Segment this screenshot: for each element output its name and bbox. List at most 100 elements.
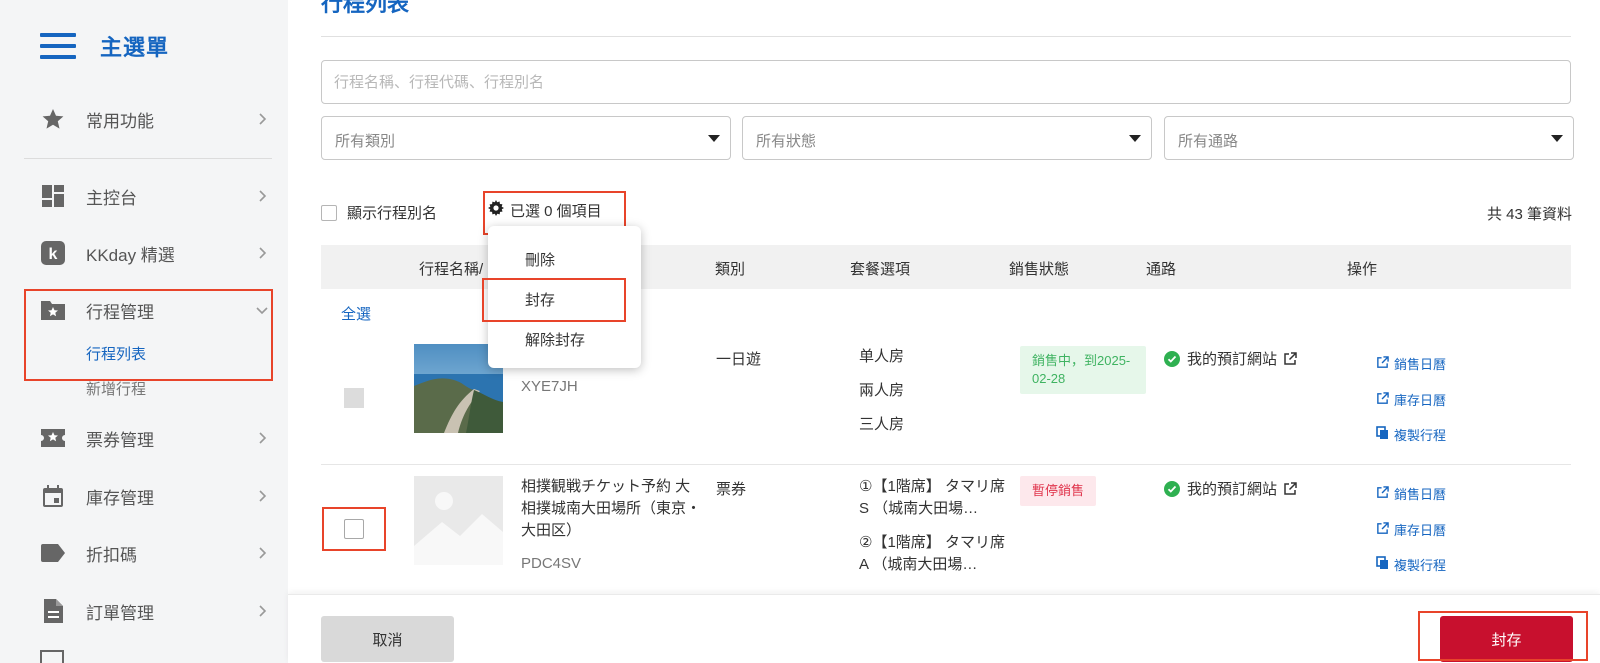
- ticket-icon: [40, 425, 66, 451]
- gear-icon: [488, 200, 504, 221]
- menu-item-archive[interactable]: 封存: [525, 289, 555, 310]
- sales-calendar-link[interactable]: 銷售日曆: [1376, 354, 1446, 373]
- sidebar-item-label: 票券管理: [86, 430, 154, 450]
- status-badge: 暫停銷售: [1020, 476, 1097, 506]
- sidebar-item-label: 常用功能: [86, 111, 154, 131]
- status-badge: 銷售中，到2025-02-28: [1020, 346, 1146, 394]
- tour-code: XYE7JH: [521, 378, 578, 395]
- sidebar-item-dashboard[interactable]: 主控台: [0, 174, 288, 218]
- sales-calendar-label: 銷售日曆: [1394, 357, 1447, 372]
- sales-channel: 我的預訂網站: [1164, 478, 1297, 499]
- chevron-right-icon: [256, 547, 268, 559]
- sidebar-title: 主選單: [100, 35, 170, 60]
- sales-calendar-link[interactable]: 銷售日曆: [1376, 484, 1446, 503]
- selected-count-label: 已選 0 個項目: [510, 203, 602, 220]
- external-link-icon: [1376, 485, 1394, 502]
- column-header-actions: 操作: [1347, 261, 1378, 278]
- check-circle-icon: [1164, 480, 1180, 497]
- main-content: 行程列表 所有類別 所有狀態 所有通路 顯示行程別名 已選 0 個項目 共 43…: [288, 0, 1600, 663]
- show-alias-checkbox[interactable]: [321, 204, 337, 221]
- total-count: 共 43 筆資料: [1486, 206, 1572, 223]
- copy-icon: [1376, 426, 1394, 443]
- copy-tour-link[interactable]: 複製行程: [1376, 425, 1446, 444]
- calendar-icon: [40, 483, 66, 509]
- sidebar-subitem-tour-list[interactable]: 行程列表: [86, 343, 146, 364]
- partial-icon: [40, 650, 64, 663]
- sidebar-item-favorites[interactable]: 常用功能: [0, 97, 288, 141]
- show-alias-label: 顯示行程別名: [347, 205, 438, 222]
- archive-button[interactable]: 封存: [1440, 616, 1573, 662]
- sales-channel: 我的預訂網站: [1164, 348, 1297, 369]
- column-header-category: 類別: [715, 261, 746, 278]
- footer-bar: 取消 封存: [288, 594, 1600, 663]
- sidebar: 主選單 常用功能 主控台 k KKday 精選 行程管理 行程列表 新增行程 票…: [0, 0, 288, 663]
- check-circle-icon: [1164, 350, 1180, 367]
- package-option: ①【1階席】 タマリ席S （城南大田場…: [859, 478, 1005, 517]
- sidebar-item-ticket-management[interactable]: 票券管理: [0, 416, 288, 460]
- category-select-value: 所有類別: [335, 133, 396, 150]
- tour-name[interactable]: 相撲観戦チケット予約 大相撲城南大田場所（東京・大田区）: [521, 476, 701, 542]
- status-select-value: 所有狀態: [756, 133, 817, 150]
- column-header-name: 行程名稱/: [419, 261, 484, 278]
- sidebar-item-inventory-management[interactable]: 庫存管理: [0, 474, 288, 518]
- sidebar-item-order-management[interactable]: 訂單管理: [0, 589, 288, 633]
- page-title: 行程列表: [321, 0, 410, 16]
- sidebar-item-tour-management[interactable]: 行程管理: [0, 288, 288, 332]
- hamburger-menu-icon[interactable]: [40, 33, 76, 59]
- caret-down-icon: [1129, 135, 1141, 142]
- column-header-package: 套餐選項: [850, 261, 911, 278]
- show-alias-toggle[interactable]: 顯示行程別名: [321, 202, 437, 223]
- inventory-calendar-link[interactable]: 庫存日曆: [1376, 520, 1446, 539]
- bulk-actions-button[interactable]: 已選 0 個項目: [488, 200, 602, 221]
- row-checkbox[interactable]: [344, 519, 364, 539]
- row-divider: [321, 464, 1571, 465]
- inventory-calendar-link[interactable]: 庫存日曆: [1376, 390, 1446, 409]
- chevron-down-icon: [256, 304, 268, 316]
- tour-category: 一日遊: [716, 351, 762, 368]
- sidebar-header: 主選單: [40, 28, 169, 64]
- select-all-link[interactable]: 全選: [341, 303, 371, 324]
- chevron-right-icon: [256, 432, 268, 444]
- sidebar-item-discount-codes[interactable]: 折扣碼: [0, 531, 288, 575]
- sales-calendar-label: 銷售日曆: [1394, 487, 1447, 502]
- sidebar-item-label: 訂單管理: [86, 603, 154, 623]
- cancel-button[interactable]: 取消: [321, 616, 454, 662]
- column-header-sales-status: 銷售狀態: [1009, 261, 1070, 278]
- external-link-icon[interactable]: [1283, 481, 1297, 496]
- sales-channel-label: 我的預訂網站: [1187, 481, 1278, 498]
- folder-star-icon: [40, 297, 66, 323]
- sidebar-item-kkday-picks[interactable]: k KKday 精選: [0, 231, 288, 275]
- title-divider: [321, 36, 1571, 37]
- document-icon: [40, 598, 66, 624]
- channel-select[interactable]: 所有通路: [1164, 116, 1574, 160]
- status-select[interactable]: 所有狀態: [742, 116, 1152, 160]
- row-checkbox-disabled: [344, 388, 364, 408]
- chevron-right-icon: [256, 605, 268, 617]
- package-option: 三人房: [859, 416, 905, 433]
- search-field[interactable]: [321, 60, 1571, 104]
- search-input[interactable]: [322, 61, 1570, 103]
- external-link-icon[interactable]: [1283, 351, 1297, 366]
- package-option: 兩人房: [859, 382, 905, 399]
- external-link-icon: [1376, 521, 1394, 538]
- kkday-icon: k: [40, 240, 66, 266]
- sidebar-item-label: KKday 精選: [86, 245, 175, 265]
- menu-item-delete[interactable]: 刪除: [525, 249, 555, 270]
- copy-tour-label: 複製行程: [1394, 428, 1447, 443]
- channel-select-value: 所有通路: [1178, 133, 1239, 150]
- category-select[interactable]: 所有類別: [321, 116, 731, 160]
- dashboard-icon: [40, 183, 66, 209]
- sidebar-item-label: 折扣碼: [86, 545, 137, 565]
- inventory-calendar-label: 庫存日曆: [1394, 393, 1447, 408]
- sidebar-subitem-new-tour[interactable]: 新增行程: [86, 378, 146, 399]
- chevron-right-icon: [256, 247, 268, 259]
- tag-icon: [40, 540, 66, 566]
- chevron-right-icon: [256, 190, 268, 202]
- menu-item-unarchive[interactable]: 解除封存: [525, 329, 585, 350]
- package-option: ②【1階席】 タマリ席A （城南大田場…: [859, 534, 1005, 573]
- svg-text:k: k: [49, 246, 58, 263]
- content-fade: [288, 572, 1600, 594]
- chevron-right-icon: [256, 490, 268, 502]
- column-header-channel: 通路: [1146, 261, 1177, 278]
- placeholder-image-icon: [414, 476, 503, 565]
